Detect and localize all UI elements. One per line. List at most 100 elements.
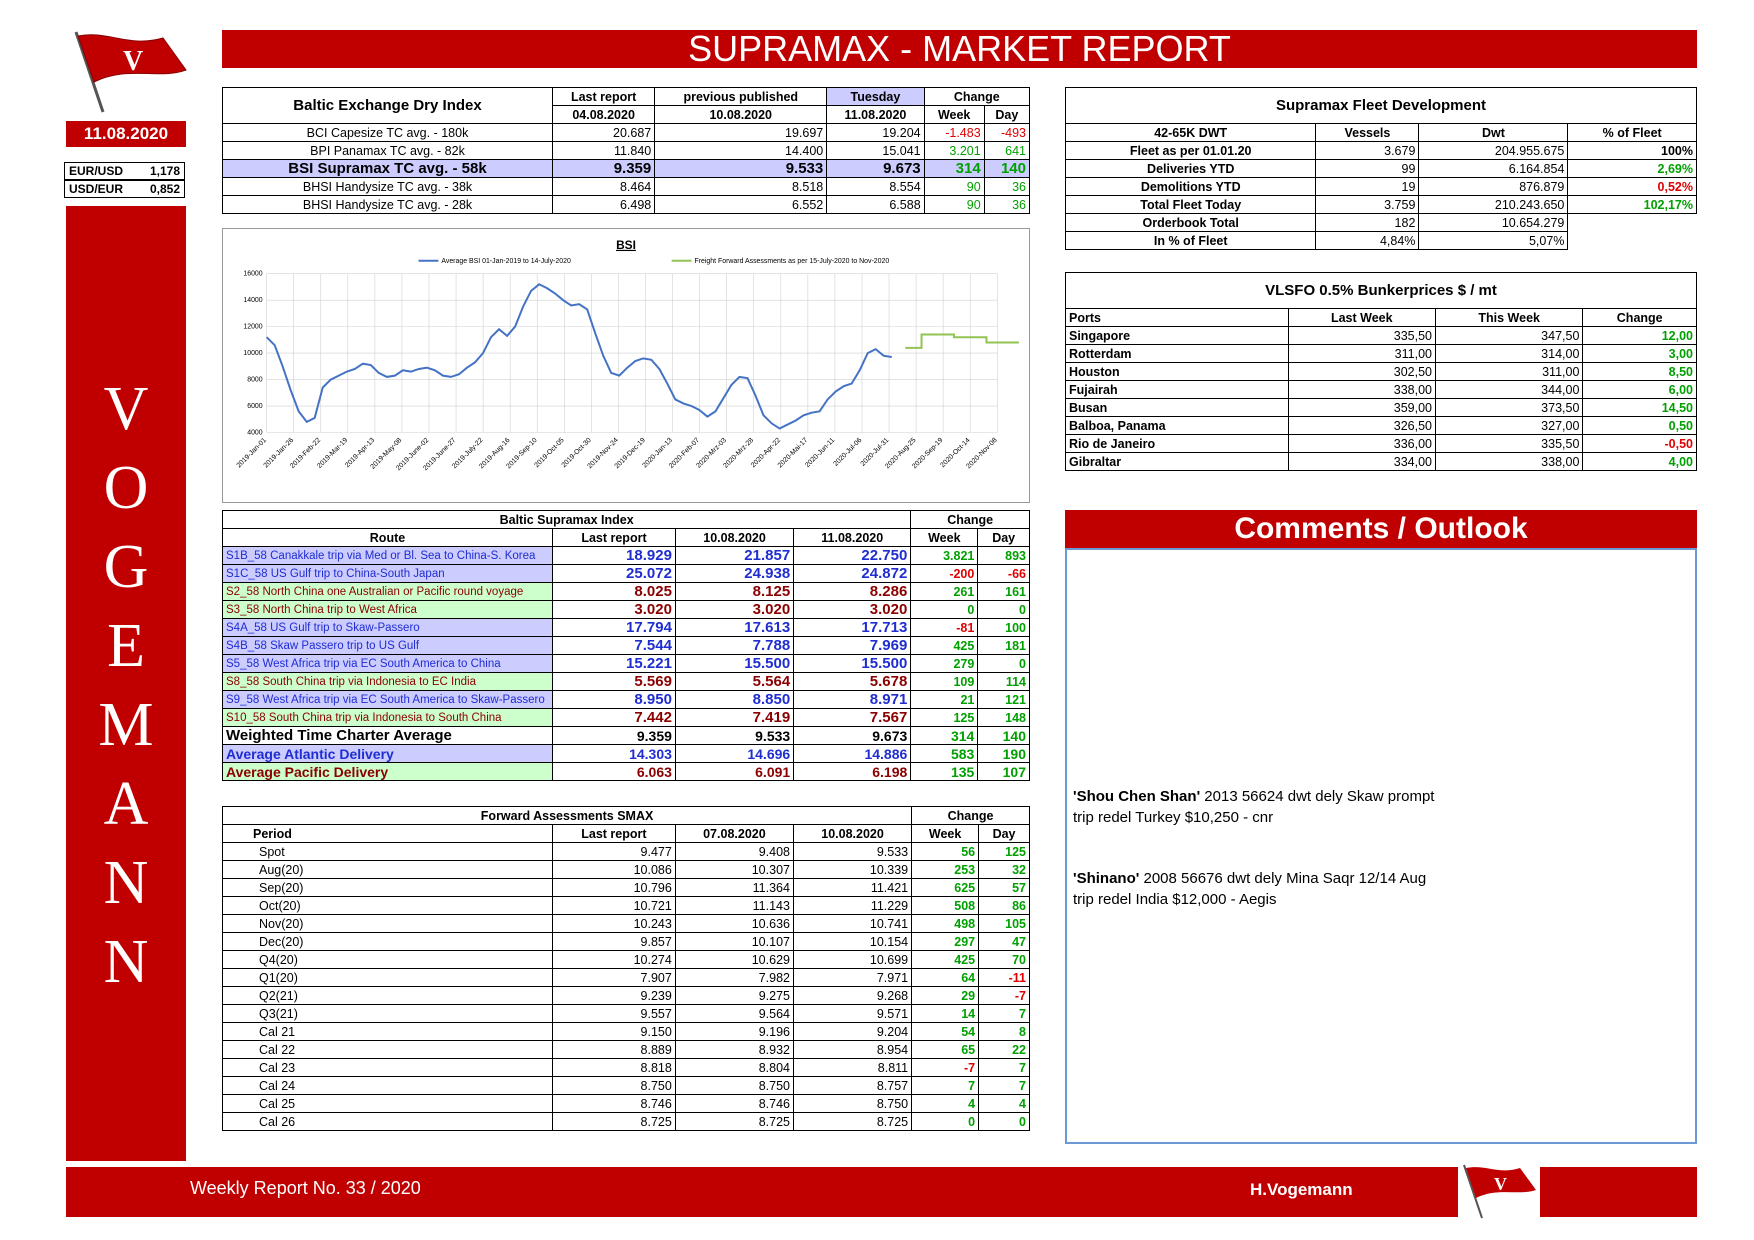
cell: 5.564: [674, 672, 795, 691]
cell: 190: [977, 744, 1030, 763]
route-name: S1B_58 Canakkale trip via Med or Bl. Sea…: [222, 546, 553, 565]
comments-box: 'Shou Chen Shan' 2013 56624 dwt dely Ska…: [1065, 548, 1697, 1144]
cell: 9.359: [551, 159, 656, 178]
cell: 6.198: [793, 762, 912, 781]
cell: 7.788: [674, 636, 795, 655]
cell: 17.713: [793, 618, 912, 637]
index-name: BCI Capesize TC avg. - 180k: [222, 123, 553, 142]
report-date: 11.08.2020: [66, 121, 186, 147]
cell: 498: [911, 914, 980, 933]
table-row: S1B_58 Canakkale trip via Med or Bl. Sea…: [222, 546, 1030, 565]
cell: 3.201: [923, 141, 985, 160]
cell: 625: [911, 878, 980, 897]
brand-letter: E: [107, 612, 145, 680]
y-tick-label: 14000: [243, 297, 262, 304]
cell: 135: [910, 762, 979, 781]
cell: 8.725: [674, 1112, 794, 1131]
cell: 641: [983, 141, 1031, 160]
index-name: BHSI Handysize TC avg. - 38k: [222, 177, 553, 196]
col-header: Day: [977, 528, 1030, 547]
svg-text:V: V: [123, 46, 143, 77]
col-header: Last Week: [1287, 308, 1436, 327]
empty-cell: [1568, 232, 1697, 250]
cell: 9.408: [674, 842, 794, 861]
col-header: Last report: [551, 87, 656, 106]
cell: 9.275: [674, 986, 794, 1005]
cell: 297: [911, 932, 980, 951]
cell: 10.654.279: [1418, 213, 1569, 232]
cell: 22: [978, 1040, 1030, 1059]
cell: 4: [911, 1094, 980, 1113]
table-row: S1C_58 US Gulf trip to China-South Japan…: [222, 564, 1030, 583]
cell: -0,50: [1582, 434, 1697, 453]
cell: 327,00: [1434, 416, 1584, 435]
summary-row: Weighted Time Charter Average 9.359 9.533 9…: [222, 726, 1030, 745]
cell: 100: [977, 618, 1030, 637]
period-label: Spot: [222, 842, 553, 861]
cell: 334,00: [1287, 452, 1436, 471]
cell: -81: [910, 618, 979, 637]
cell: 9.557: [552, 1004, 676, 1023]
table-row: Total Fleet Today 3.759 210.243.650 102,…: [1064, 195, 1697, 214]
cell: 8.804: [674, 1058, 794, 1077]
table-row: S5_58 West Africa trip via EC South Amer…: [222, 654, 1030, 673]
cell: 8.811: [792, 1058, 913, 1077]
period-label: Nov(20): [222, 914, 553, 933]
cell: 359,00: [1287, 398, 1436, 417]
cell: 7.544: [552, 636, 676, 655]
port-name: Fujairah: [1065, 380, 1289, 399]
cell: 893: [977, 546, 1030, 565]
col-header: Change: [923, 87, 1031, 106]
comments-title: Comments / Outlook: [1065, 510, 1697, 548]
col-header: Week: [910, 528, 979, 547]
cell: 6.063: [552, 762, 676, 781]
cell: 9.571: [792, 1004, 913, 1023]
cell: 8.125: [674, 582, 795, 601]
row-label: Orderbook Total: [1064, 213, 1317, 232]
fx-usd-eur: USD/EUR 0,852: [64, 180, 185, 198]
route-name: S5_58 West Africa trip via EC South Amer…: [222, 654, 553, 673]
row-label: Demolitions YTD: [1064, 177, 1317, 196]
col-header: This Week: [1434, 308, 1584, 327]
bsi-series-line: [265, 283, 892, 430]
cell: 8.286: [793, 582, 912, 601]
index-name: BSI Supramax TC avg. - 58k: [222, 159, 553, 178]
cell: 7: [978, 1004, 1030, 1023]
cell: 181: [977, 636, 1030, 655]
cell: 8.818: [552, 1058, 676, 1077]
cell: 14.886: [793, 744, 912, 763]
cell: 24.938: [674, 564, 795, 583]
cell: 9.239: [552, 986, 676, 1005]
cell: 8.757: [792, 1076, 913, 1095]
row-label: Deliveries YTD: [1064, 159, 1317, 178]
cell: 19.697: [654, 123, 828, 142]
cell: 10.086: [552, 860, 676, 879]
cell: -7: [911, 1058, 980, 1077]
cell: 9.564: [674, 1004, 794, 1023]
cell: 8.725: [552, 1112, 676, 1131]
cell: 9.150: [552, 1022, 676, 1041]
cell: 314,00: [1434, 344, 1584, 363]
brand-letter: V: [103, 375, 149, 443]
cell: 19.204: [826, 123, 925, 142]
port-name: Balboa, Panama: [1065, 416, 1289, 435]
page-title: SUPRAMAX - MARKET REPORT: [222, 28, 1697, 69]
index-name: BPI Panamax TC avg. - 82k: [222, 141, 553, 160]
bsi-routes-table: Baltic Supramax Index Change Route Last …: [221, 510, 1030, 781]
col-header: Ports: [1065, 308, 1289, 327]
cell: 70: [978, 950, 1030, 969]
cell: 311,00: [1287, 344, 1436, 363]
table-row: Cal 22 8.889 8.932 8.954 65 22: [222, 1040, 1030, 1059]
cell: 8.750: [552, 1076, 676, 1095]
cell: 11.229: [792, 896, 913, 915]
brand-letter: M: [98, 691, 154, 759]
cell: 8,50: [1582, 362, 1697, 381]
port-name: Rotterdam: [1065, 344, 1289, 363]
cell: 0: [977, 600, 1030, 619]
cell: 6.552: [654, 195, 828, 214]
cell: 10.274: [552, 950, 676, 969]
cell: 2,69%: [1567, 159, 1697, 178]
summary-row: Average Pacific Delivery 6.063 6.091 6.198 1…: [222, 762, 1030, 781]
cell: 125: [910, 708, 979, 727]
fx-value: 1,178: [149, 164, 180, 178]
